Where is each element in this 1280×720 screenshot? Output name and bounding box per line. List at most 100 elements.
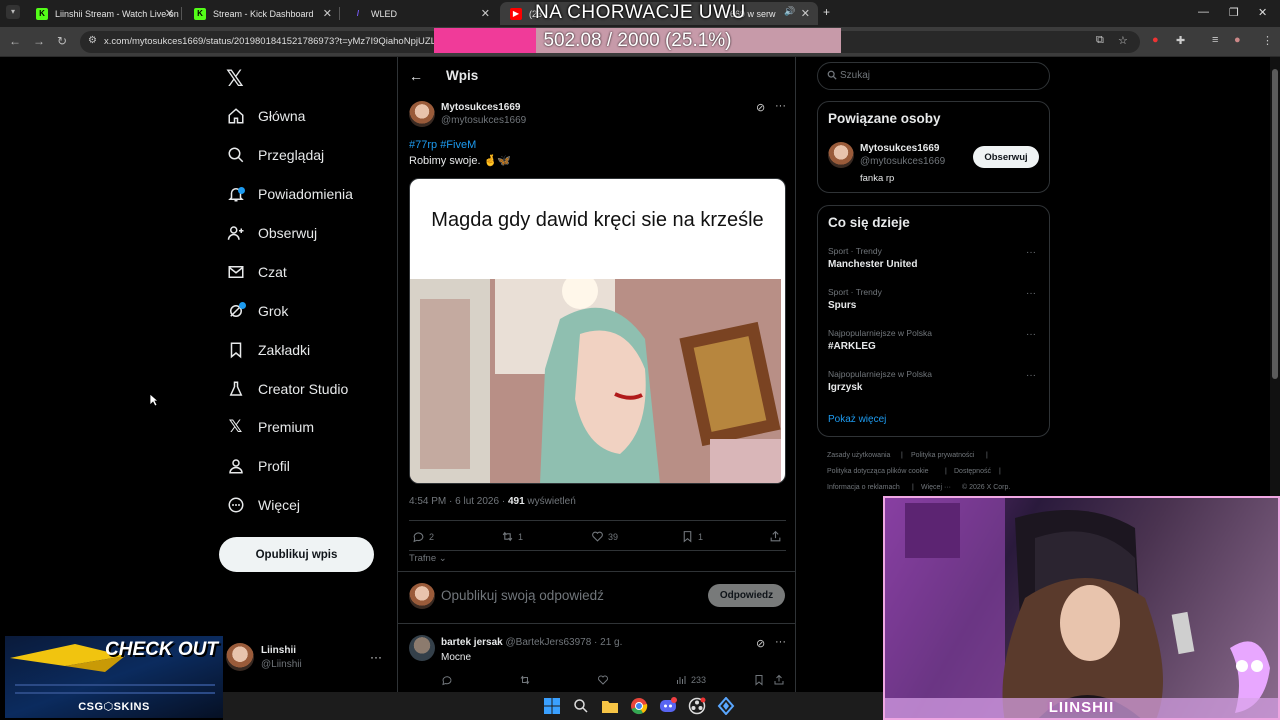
extension-red-icon[interactable]: ● <box>1152 34 1159 46</box>
more-options-icon[interactable]: ··· <box>775 100 786 112</box>
comment-reply-action[interactable] <box>441 674 457 686</box>
footer-link[interactable]: Polityka dotycząca plików cookie <box>827 468 929 475</box>
extensions-icon[interactable]: ✚ <box>1176 34 1185 47</box>
person-name[interactable]: Mytosukces1669 <box>860 143 940 154</box>
grok-explain-icon[interactable]: ⊘ <box>756 101 765 114</box>
share-action[interactable] <box>769 530 786 543</box>
minimize-icon[interactable]: — <box>1198 6 1209 18</box>
new-tab-icon[interactable]: + <box>823 5 830 19</box>
nav-item-chat[interactable]: Czat <box>226 257 287 287</box>
back-icon[interactable]: ← <box>9 34 21 48</box>
profile-avatar-icon[interactable]: ● <box>1234 34 1241 46</box>
commenter-avatar[interactable] <box>409 635 435 661</box>
account-avatar[interactable] <box>226 643 254 671</box>
grok-explain-icon[interactable]: ⊘ <box>756 637 765 650</box>
close-tab-icon[interactable]: ✕ <box>481 7 490 20</box>
trend-more-icon[interactable]: ··· <box>1026 329 1036 340</box>
maximize-icon[interactable]: ❐ <box>1229 6 1239 19</box>
nav-item-premium[interactable]: 𝕏 Premium <box>226 412 314 442</box>
trend-item[interactable]: Igrzysk <box>828 382 862 393</box>
author-handle[interactable]: @mytosukces1669 <box>441 115 526 126</box>
commenter-name[interactable]: bartek jersak <box>441 637 503 648</box>
trend-more-icon[interactable]: ··· <box>1026 370 1036 381</box>
nav-item-home[interactable]: Główna <box>226 101 305 131</box>
obs-icon[interactable] <box>688 697 706 715</box>
close-tab-icon[interactable]: ✕ <box>323 7 332 20</box>
reply-action[interactable]: 2 <box>412 530 434 543</box>
comment-like-action[interactable] <box>597 674 613 686</box>
nav-item-profile[interactable]: Profil <box>226 451 290 481</box>
url-text[interactable]: x.com/mytosukces1669/status/201980184152… <box>104 36 445 47</box>
sort-dropdown[interactable]: Trafne ⌄ <box>409 553 447 564</box>
close-tab-icon[interactable]: ✕ <box>165 7 174 20</box>
trend-more-icon[interactable]: ··· <box>1026 247 1036 258</box>
tab-kick-stream[interactable]: K Liinshii Stream - Watch Live on ✕ <box>26 2 182 25</box>
nav-item-bookmarks[interactable]: Zakładki <box>226 335 310 365</box>
post-media[interactable]: Magda gdy dawid kręci sie na krześle <box>409 178 786 484</box>
bookmark-action[interactable]: 1 <box>681 530 703 543</box>
repost-action[interactable]: 1 <box>501 530 523 543</box>
trend-item[interactable]: #ARKLEG <box>828 341 876 352</box>
app-diamond-icon[interactable] <box>717 696 735 716</box>
footer-link[interactable]: Polityka prywatności <box>911 452 974 459</box>
comment-header[interactable]: bartek jersak @BartekJers63978 · 21 g. <box>441 637 622 648</box>
author-name[interactable]: Mytosukces1669 <box>441 102 521 113</box>
close-tab-icon[interactable]: ✕ <box>801 7 810 20</box>
tab-list-icon[interactable]: ▾ <box>6 5 20 19</box>
trend-item[interactable]: Manchester United <box>828 259 917 270</box>
search-input[interactable]: Szukaj <box>840 70 870 81</box>
discord-icon[interactable] <box>659 697 677 715</box>
nav-item-notifications[interactable]: Powiadomienia <box>226 179 353 209</box>
media-icon[interactable]: ≡ <box>1212 34 1218 46</box>
reply-input[interactable]: Opublikuj swoją odpowiedź <box>441 588 604 603</box>
reload-icon[interactable]: ↻ <box>57 34 67 48</box>
nav-item-creator-studio[interactable]: Creator Studio <box>226 374 348 404</box>
search-box[interactable]: Szukaj <box>817 62 1050 90</box>
taskbar-search-icon[interactable] <box>572 697 590 715</box>
reply-icon <box>413 532 424 543</box>
trend-more-icon[interactable]: ··· <box>1026 288 1036 299</box>
person-avatar[interactable] <box>828 142 854 168</box>
nav-item-follow[interactable]: Obserwuj <box>226 218 317 248</box>
trend-item[interactable]: Spurs <box>828 300 856 311</box>
chrome-icon[interactable] <box>630 697 648 715</box>
like-action[interactable]: 39 <box>591 530 618 543</box>
tab-kick-dashboard[interactable]: K Stream - Kick Dashboard ✕ <box>184 2 340 25</box>
speaker-icon[interactable]: 🔊 <box>784 6 795 17</box>
site-info-icon[interactable]: ⚙ <box>88 35 97 46</box>
back-arrow-icon[interactable]: ← <box>409 68 423 84</box>
close-window-icon[interactable]: ✕ <box>1258 6 1267 19</box>
person-handle[interactable]: @mytosukces1669 <box>860 156 945 167</box>
commenter-handle[interactable]: @BartekJers63978 · 21 g. <box>506 637 623 648</box>
show-more-link[interactable]: Pokaż więcej <box>828 414 886 425</box>
post-hashtags[interactable]: #77rp #FiveM <box>409 139 476 151</box>
x-logo-icon[interactable]: 𝕏 <box>226 66 244 92</box>
footer-link[interactable]: Więcej ··· <box>921 484 951 491</box>
windows-start-icon[interactable] <box>543 697 561 715</box>
comment-views-action[interactable]: 233 <box>675 674 706 686</box>
account-menu-icon[interactable]: ··· <box>370 650 382 664</box>
scrollbar-thumb[interactable] <box>1272 69 1278 379</box>
nav-item-more[interactable]: Więcej <box>226 490 300 520</box>
footer-link[interactable]: Dostępność <box>954 468 991 475</box>
post-button[interactable]: Opublikuj wpis <box>219 537 374 572</box>
comment-bookmark-action[interactable] <box>753 674 769 686</box>
more-options-icon[interactable]: ··· <box>775 636 786 648</box>
comment-repost-action[interactable] <box>519 674 535 686</box>
account-name[interactable]: Liinshii <box>261 645 296 656</box>
nav-item-grok[interactable]: Grok <box>226 296 288 326</box>
star-icon[interactable]: ☆ <box>1118 34 1128 47</box>
nav-item-explore[interactable]: Przeglądaj <box>226 140 324 170</box>
footer-link[interactable]: Informacja o reklamach <box>827 484 900 491</box>
browser-menu-icon[interactable]: ⋮ <box>1262 34 1273 47</box>
reply-button[interactable]: Odpowiedz <box>708 584 785 607</box>
footer-link[interactable]: Zasady użytkowania <box>827 452 890 459</box>
forward-icon[interactable]: → <box>33 34 45 48</box>
install-icon[interactable]: ⧉ <box>1096 34 1104 47</box>
file-explorer-icon[interactable] <box>601 697 619 715</box>
comment-share-action[interactable] <box>773 674 789 686</box>
tab-wled[interactable]: / WLED ✕ <box>342 2 498 25</box>
author-avatar[interactable] <box>409 101 435 127</box>
account-handle[interactable]: @Liinshii <box>261 659 302 670</box>
follow-button[interactable]: Obserwuj <box>973 146 1039 168</box>
